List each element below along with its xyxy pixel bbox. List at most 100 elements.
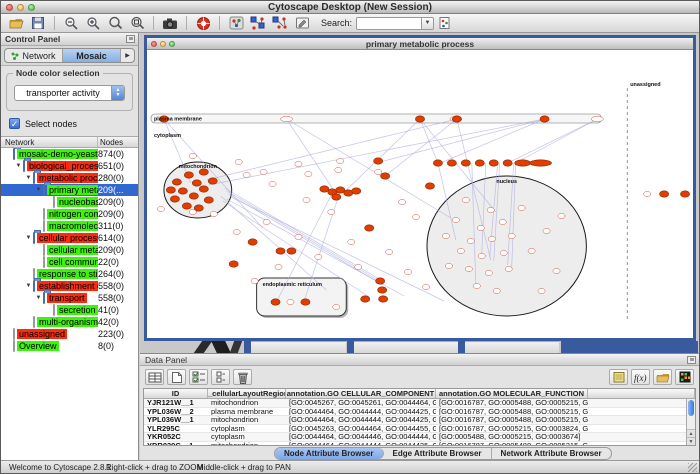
layout-2-button[interactable] [269,15,291,32]
network-node[interactable] [355,264,362,269]
tree-row-transport[interactable]: ▼transport558(0) [1,292,138,304]
import-attributes-button[interactable] [653,369,672,385]
network-node-selected[interactable] [184,172,193,178]
network-node[interactable] [487,207,494,212]
network-node[interactable] [500,250,507,255]
network-node-selected[interactable] [271,299,280,305]
network-node[interactable] [477,225,484,230]
snapshot-button[interactable] [159,15,181,32]
table-row-ypl036w-2[interactable]: YPL036W__2plasma membrane[GO:0044464, GO… [144,408,695,417]
network-node[interactable] [233,229,240,234]
tab-network-attribute-browser[interactable]: Network Attribute Browser [492,448,611,459]
network-node-selected[interactable] [425,183,434,189]
search-options-button[interactable] [434,15,456,32]
tree-row-cellular-metabol[interactable]: cellular metabol209(0) [1,244,138,256]
tree-row-cell-communicat[interactable]: cell communicat22(0) [1,256,138,268]
network-node-selected[interactable] [361,296,370,302]
network-node-selected[interactable] [182,203,191,209]
network-node[interactable] [251,278,258,283]
network-node-selected[interactable] [166,187,175,193]
network-node-selected[interactable] [376,278,385,284]
float-panel-icon[interactable] [126,35,135,43]
network-node[interactable] [235,159,242,164]
network-node[interactable] [462,197,469,202]
network-node-selected[interactable] [452,116,461,122]
network-node[interactable] [210,211,217,216]
network-node-selected[interactable] [172,179,181,185]
zoom-fit-button[interactable] [126,15,148,32]
network-node[interactable] [485,270,492,275]
expand-arrow-icon[interactable]: ▼ [24,235,33,241]
network-node-selected[interactable] [447,160,456,166]
save-button[interactable] [27,15,49,32]
network-node[interactable] [295,161,302,166]
network-node[interactable] [315,254,322,259]
resize-grip[interactable] [688,463,697,472]
table-row-ylr295c[interactable]: YLR295Ccytoplasm[GO:0045263, GO:0044464,… [144,425,695,434]
network-node-selected[interactable] [433,160,442,166]
network-node[interactable] [386,249,393,254]
expand-arrow-icon[interactable]: ▼ [34,295,43,301]
network-node[interactable] [488,236,495,241]
help-button[interactable] [192,15,214,32]
network-node[interactable] [558,213,565,218]
network-node[interactable] [263,219,270,224]
network-node[interactable] [189,153,196,158]
formula-builder-button[interactable]: f(x) [631,369,650,385]
zoom-out-button[interactable] [60,15,82,32]
network-node[interactable] [478,253,485,258]
network-node[interactable] [281,116,293,121]
attribute-matrix-button[interactable] [675,369,694,385]
network-node-selected[interactable] [475,160,484,166]
network-node-selected[interactable] [503,160,512,166]
network-node-selected[interactable] [374,158,383,164]
column-header--cellularlayoutregion[interactable]: _cellularLayoutRegion [208,389,286,398]
expand-arrow-icon[interactable]: ▼ [34,187,43,193]
network-node[interactable] [505,266,512,271]
network-view-titlebar[interactable]: primary metabolic process [147,38,693,50]
table-row-ypl036w-1[interactable]: YPL036W__1mitochondrion[GO:0044464, GO:0… [144,416,695,425]
select-attributes-button[interactable] [189,369,208,385]
tree-row-cellular-process[interactable]: ▼cellular process614(0) [1,232,138,244]
tree-row-mosaic-demo-yeast[interactable]: mosaic-demo-yeast874(0) [1,148,138,160]
network-node-selected[interactable] [415,116,424,122]
network-node[interactable] [473,283,480,288]
open-file-button[interactable] [5,15,27,32]
tree-row-multi-organism-pro[interactable]: multi-organism pro42(0) [1,316,138,328]
network-node[interactable] [518,205,525,210]
network-node-selected[interactable] [530,160,552,166]
network-node-selected[interactable] [208,178,217,184]
network-node[interactable] [275,264,282,269]
network-node-selected[interactable] [352,188,361,194]
network-node[interactable] [493,288,500,293]
network-node-selected[interactable] [381,173,390,179]
tree-row-metabolic-process[interactable]: ▼metabolic process280(0) [1,172,138,184]
network-node[interactable] [442,233,449,238]
network-node-selected[interactable] [515,160,531,166]
network-node[interactable] [528,248,535,253]
network-node-selected[interactable] [287,248,296,254]
network-node[interactable] [467,238,474,243]
network-node[interactable] [303,197,310,202]
network-node[interactable] [499,219,506,224]
tree-row-unassigned[interactable]: unassigned223(0) [1,328,138,340]
tree-row-overview[interactable]: Overview8(0) [1,340,138,352]
network-node[interactable] [328,209,335,214]
network-node[interactable] [404,269,411,274]
network-view-window[interactable]: primary metabolic process plasma membran… [144,35,696,341]
network-node-selected[interactable] [178,188,187,194]
network-node[interactable] [287,299,294,304]
tab-overflow-arrow[interactable]: ▶ [121,49,134,62]
network-node[interactable] [398,199,405,204]
network-node-selected[interactable] [301,299,310,305]
tab-mosaic[interactable]: Mosaic [63,49,121,62]
network-node-selected[interactable] [332,194,341,200]
network-node[interactable] [422,284,429,289]
network-node[interactable] [553,268,560,273]
network-node-selected[interactable] [229,261,238,267]
vizmapper-button[interactable] [225,15,247,32]
network-node[interactable] [335,167,342,172]
network-node[interactable] [644,191,651,196]
scroll-up-arrow[interactable]: ▲ [687,429,695,437]
network-node-selected[interactable] [489,160,498,166]
